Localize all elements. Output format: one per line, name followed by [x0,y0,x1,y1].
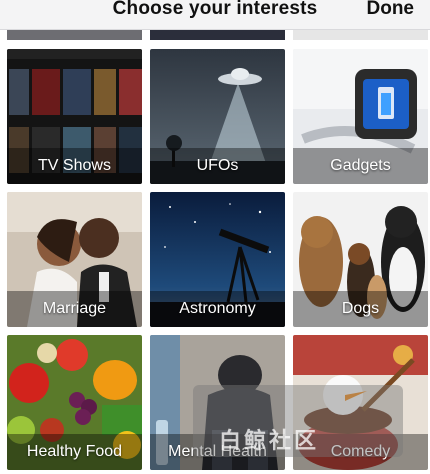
previous-row-tile[interactable] [7,30,142,40]
interest-tile-astronomy[interactable]: Astronomy [150,192,285,327]
interest-tile-gadgets[interactable]: Gadgets [293,49,428,184]
previous-row-tile[interactable] [150,30,285,40]
page-title: Choose your interests [112,0,318,19]
interest-tile-dogs[interactable]: Dogs [293,192,428,327]
tile-label: UFOs [150,148,285,184]
interest-tile-marriage[interactable]: Marriage [7,192,142,327]
tile-label: Gadgets [293,148,428,184]
tile-label: Healthy Food [7,434,142,470]
interest-tile-ufos[interactable]: UFOs [150,49,285,184]
previous-row-tile[interactable] [293,30,428,40]
tile-label: TV Shows [7,148,142,184]
tile-label: Marriage [7,291,142,327]
watermark-text: 白鲸社区 [219,428,320,453]
watermark-overlay: 白鲸社区 [193,385,403,457]
navigation-bar: Choose your interests Done [0,0,430,30]
tile-label: Astronomy [150,291,285,327]
tile-label: Dogs [293,291,428,327]
done-button[interactable]: Done [367,0,415,18]
interest-tile-healthy-food[interactable]: Healthy Food [7,335,142,470]
interest-tile-tv-shows[interactable]: TV Shows [7,49,142,184]
